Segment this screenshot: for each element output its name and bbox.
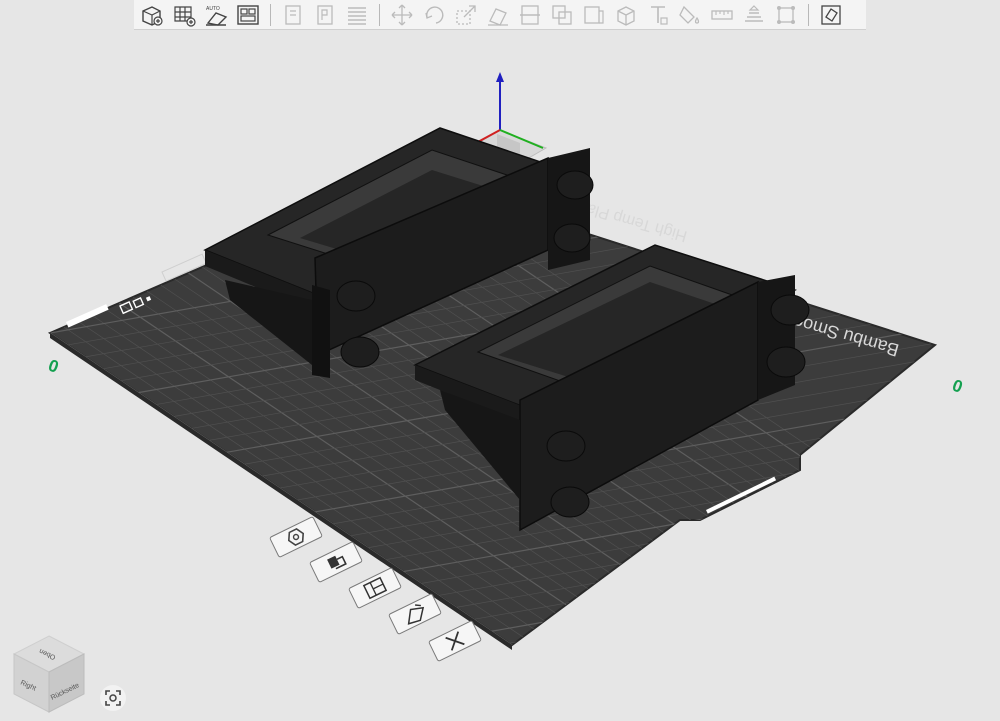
toolbar-separator (808, 3, 809, 26)
svg-text:AUTO: AUTO (206, 6, 220, 12)
assembly-button[interactable] (738, 0, 770, 30)
layers-icon (348, 6, 366, 25)
text-button[interactable] (642, 0, 674, 30)
color-paint-icon (679, 5, 700, 24)
main-toolbar: AUTO (134, 0, 866, 30)
cut-button[interactable] (514, 0, 546, 30)
grid-line (597, 548, 935, 645)
origin-axis-label: 0 (46, 355, 61, 376)
plate-tool-delete-button[interactable] (428, 620, 482, 662)
view-cube[interactable]: Oben Right Rückseite (10, 632, 88, 714)
scale-icon (456, 4, 476, 25)
support-paint-icon (584, 5, 604, 24)
split-parts-button[interactable] (309, 0, 341, 30)
fit-view-icon (105, 690, 121, 706)
auto-orient-icon: AUTO (206, 6, 228, 26)
plate-tool-orient-button[interactable] (269, 516, 323, 558)
split-parts-icon (317, 4, 333, 25)
seam-paint-button[interactable] (610, 0, 642, 30)
plate-tool-arrange-button[interactable] (348, 567, 402, 609)
auto-orient-button[interactable]: AUTO (200, 0, 232, 30)
support-paint-button[interactable] (578, 0, 610, 30)
lay-on-face-button[interactable] (482, 0, 514, 30)
cut-icon (520, 4, 540, 25)
fit-button[interactable] (770, 0, 802, 30)
lay-on-face-icon (488, 7, 508, 26)
plate-tool-filament-button[interactable] (309, 541, 363, 583)
add-plate-icon (174, 5, 196, 27)
add-button[interactable] (136, 0, 168, 30)
add-plate-button[interactable] (168, 0, 200, 30)
seam-paint-icon (617, 5, 635, 26)
variable-layer-button[interactable] (815, 0, 847, 30)
arrange-button[interactable] (232, 0, 264, 30)
scale-button[interactable] (450, 0, 482, 30)
grid-line (632, 572, 935, 645)
move-icon (391, 4, 413, 25)
measure-icon (711, 9, 733, 20)
assembly-icon (745, 4, 763, 22)
fit-icon (777, 5, 795, 24)
toolbar-separator (270, 3, 271, 26)
color-paint-button[interactable] (674, 0, 706, 30)
add-icon (142, 5, 163, 26)
split-objects-icon (285, 4, 301, 25)
variable-layer-icon (821, 4, 841, 25)
boolean-button[interactable] (546, 0, 578, 30)
grid-line (650, 584, 935, 645)
far-axis-label: 0 (950, 375, 965, 396)
rotate-icon (425, 5, 444, 24)
measure-button[interactable] (706, 0, 738, 30)
zoom-to-fit-button[interactable] (100, 685, 126, 711)
arrange-icon (237, 4, 259, 25)
grid-line (579, 536, 935, 645)
plate-tool-settings-button[interactable] (388, 593, 442, 635)
boolean-icon (552, 4, 572, 25)
3d-viewport[interactable]: High Temp Plate Bambu Smooth PEI 0 0 (0, 0, 1000, 721)
grid-line (615, 560, 935, 645)
text-icon (651, 5, 668, 25)
move-button[interactable] (386, 0, 418, 30)
layers-button[interactable] (341, 0, 373, 30)
split-objects-button[interactable] (277, 0, 309, 30)
rotate-button[interactable] (418, 0, 450, 30)
toolbar-separator (379, 3, 380, 26)
